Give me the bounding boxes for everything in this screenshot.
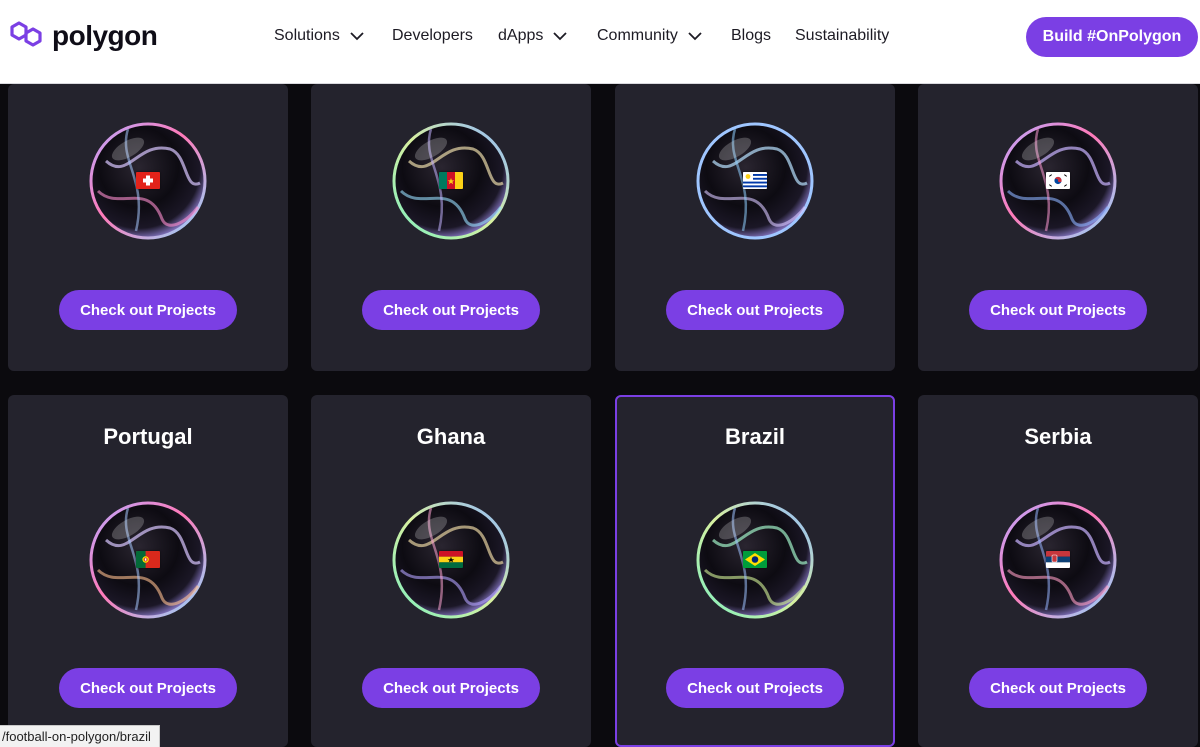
nav-item-label: Community (597, 27, 678, 44)
nav-item-solutions[interactable]: Solutions (274, 24, 366, 48)
country-card: Check out Projects (311, 84, 591, 371)
nav-item-label: dApps (498, 27, 544, 44)
country-name: Serbia (1024, 424, 1092, 449)
check-out-projects-button[interactable]: Check out Projects (362, 668, 540, 708)
country-card: Check out Projects (918, 84, 1198, 371)
nav-item-label: Sustainability (795, 27, 890, 44)
check-out-projects-button[interactable]: Check out Projects (666, 668, 844, 708)
country-name: Brazil (725, 424, 785, 449)
country-name: Ghana (416, 424, 486, 449)
uruguay-flag-icon (743, 172, 767, 189)
brazil-flag-icon (743, 551, 767, 568)
check-out-projects-button[interactable]: Check out Projects (59, 668, 237, 708)
football-image (391, 121, 511, 241)
check-out-projects-button[interactable]: Check out Projects (666, 290, 844, 330)
build-on-polygon-button[interactable]: Build #OnPolygon (1026, 17, 1198, 57)
football-image (88, 121, 208, 241)
chevron-down-icon (686, 27, 704, 45)
nav-item-sustainability[interactable]: Sustainability (795, 24, 889, 48)
country-name: Portugal (103, 424, 193, 449)
serbia-flag-icon (1046, 551, 1070, 568)
nav-item-label: Developers (392, 27, 473, 44)
country-card: Check out Projects (8, 84, 288, 371)
south-korea-flag-icon (1046, 172, 1070, 189)
football-image (998, 121, 1118, 241)
football-image (695, 500, 815, 620)
switzerland-flag-icon (136, 172, 160, 189)
nav-item-label: Blogs (731, 27, 772, 44)
football-image (88, 500, 208, 620)
logo-text: polygon (52, 20, 158, 51)
nav-item-dapps[interactable]: dApps (498, 24, 569, 48)
top-navbar: polygon Solutions Developers dApps Commu… (0, 0, 1200, 84)
chevron-down-icon (551, 27, 569, 45)
country-card-ghana[interactable]: Ghana Check out Projects (311, 395, 591, 747)
polygon-logo-icon (8, 18, 46, 55)
portugal-flag-icon (136, 551, 160, 568)
country-card-brazil[interactable]: Brazil Check out Projects (615, 395, 895, 747)
chevron-down-icon (348, 27, 366, 45)
link-status-bar: /football-on-polygon/brazil (0, 725, 160, 747)
cameroon-flag-icon (439, 172, 463, 189)
nav-item-blogs[interactable]: Blogs (731, 24, 771, 48)
polygon-logo[interactable]: polygon (8, 18, 158, 55)
country-card-portugal[interactable]: Portugal Check out Projects (8, 395, 288, 747)
check-out-projects-button[interactable]: Check out Projects (969, 668, 1147, 708)
check-out-projects-button[interactable]: Check out Projects (362, 290, 540, 330)
ghana-flag-icon (439, 551, 463, 568)
check-out-projects-button[interactable]: Check out Projects (969, 290, 1147, 330)
country-card-serbia[interactable]: Serbia Check out Projects (918, 395, 1198, 747)
nav-item-label: Solutions (274, 27, 340, 44)
check-out-projects-button[interactable]: Check out Projects (59, 290, 237, 330)
football-image (391, 500, 511, 620)
country-card: Check out Projects (615, 84, 895, 371)
football-image (998, 500, 1118, 620)
football-image (695, 121, 815, 241)
nav-item-community[interactable]: Community (597, 24, 704, 48)
nav-item-developers[interactable]: Developers (392, 24, 473, 48)
